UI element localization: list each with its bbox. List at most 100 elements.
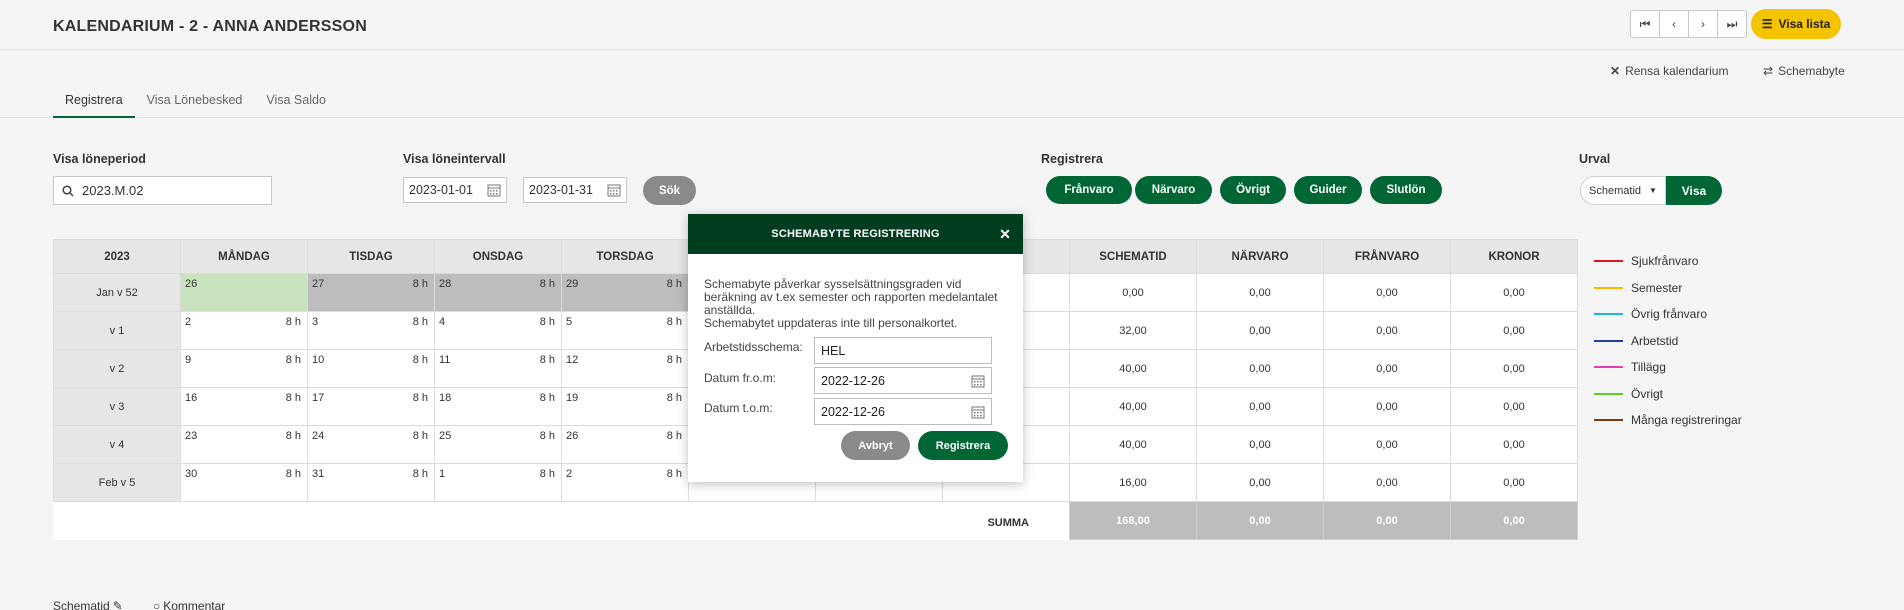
prev-period-button[interactable]: ‹ <box>1659 10 1689 38</box>
chevron-right-icon: › <box>1701 17 1705 31</box>
day-cell[interactable]: 9 8 h <box>180 349 308 388</box>
urval-visa-button[interactable]: Visa <box>1666 176 1722 205</box>
close-icon: ✕ <box>1610 64 1621 78</box>
modal-info-text-2: Schemabytet uppdateras inte till persona… <box>704 316 958 330</box>
chevron-left-icon: ‹ <box>1672 17 1676 31</box>
day-hours: 8 h <box>285 468 301 480</box>
day-hours: 8 h <box>539 316 555 328</box>
from-label: Datum fr.o.m: <box>704 371 777 385</box>
legend-swatch <box>1594 392 1623 395</box>
schematid-link[interactable]: Schematid ✎ <box>53 599 123 610</box>
narvaro-cell: 0,00 <box>1196 387 1324 426</box>
summa-schematid: 168,00 <box>1069 501 1197 540</box>
day-hours: 8 h <box>285 354 301 366</box>
day-cell[interactable]: 4 8 h <box>434 311 562 350</box>
legend-item: Övrig frånvaro <box>1594 301 1742 328</box>
day-hours: 8 h <box>666 392 682 404</box>
tab-registrera[interactable]: Registrera <box>53 93 135 118</box>
day-cell[interactable]: 28 8 h <box>434 273 562 312</box>
narvaro-header: NÄRVARO <box>1196 239 1324 274</box>
next-period-button[interactable]: › <box>1688 10 1718 38</box>
day-cell[interactable]: 2 8 h <box>180 311 308 350</box>
from-date-input[interactable]: 2022-12-26 <box>814 367 992 394</box>
legend-item: Många registreringar <box>1594 407 1742 434</box>
day-cell[interactable]: 19 8 h <box>561 387 689 426</box>
day-hours: 8 h <box>412 468 428 480</box>
rensa-kalendarium-link[interactable]: ✕ Rensa kalendarium <box>1610 64 1728 78</box>
day-number: 12 <box>566 354 579 366</box>
period-search-input[interactable]: 2023.M.02 <box>53 176 272 205</box>
kronor-header: KRONOR <box>1450 239 1578 274</box>
last-period-button[interactable]: ⏭ <box>1717 10 1747 38</box>
day-cell[interactable]: 26 <box>180 273 308 312</box>
ovrigt-button[interactable]: Övrigt <box>1220 176 1286 204</box>
day-cell[interactable]: 5 8 h <box>561 311 689 350</box>
day-hours: 8 h <box>412 430 428 442</box>
day-cell[interactable]: 26 8 h <box>561 425 689 464</box>
schemabyte-label: Schemabyte <box>1778 64 1845 78</box>
day-hours: 8 h <box>666 354 682 366</box>
date-from-input[interactable]: 2023-01-01 <box>403 177 507 203</box>
tab-visa-saldo[interactable]: Visa Saldo <box>254 93 338 118</box>
rensa-label: Rensa kalendarium <box>1625 64 1729 78</box>
day-number: 4 <box>439 316 446 328</box>
register-button[interactable]: Registrera <box>918 431 1008 460</box>
legend-label: Arbetstid <box>1631 333 1679 348</box>
tuesday-header: TISDAG <box>307 239 435 274</box>
shuffle-icon: ⇄ <box>1763 64 1774 78</box>
day-cell[interactable]: 27 8 h <box>307 273 435 312</box>
legend-item: Semester <box>1594 275 1742 302</box>
franvaro-button[interactable]: Frånvaro <box>1046 176 1132 204</box>
day-cell[interactable]: 29 8 h <box>561 273 689 312</box>
day-cell[interactable]: 17 8 h <box>307 387 435 426</box>
day-number: 3 <box>312 316 319 328</box>
day-cell[interactable]: 1 8 h <box>434 463 562 502</box>
narvaro-button[interactable]: Närvaro <box>1135 176 1212 204</box>
tom-date-input[interactable]: 2022-12-26 <box>814 398 992 425</box>
caret-down-icon: ▼ <box>1649 186 1657 195</box>
tom-label: Datum t.o.m: <box>704 401 773 415</box>
search-button[interactable]: Sök <box>643 176 696 205</box>
day-cell[interactable]: 2 8 h <box>561 463 689 502</box>
day-cell[interactable]: 16 8 h <box>180 387 308 426</box>
guider-button[interactable]: Guider <box>1294 176 1362 204</box>
day-cell[interactable]: 10 8 h <box>307 349 435 388</box>
legend-swatch <box>1594 419 1623 422</box>
summa-label: SUMMA <box>987 516 1029 529</box>
kommentar-label: Kommentar <box>163 599 226 610</box>
day-cell[interactable]: 18 8 h <box>434 387 562 426</box>
day-cell[interactable]: 25 8 h <box>434 425 562 464</box>
narvaro-cell: 0,00 <box>1196 463 1324 502</box>
week-label: v 4 <box>53 425 181 464</box>
from-date-value: 2022-12-26 <box>821 373 885 388</box>
day-cell[interactable]: 23 8 h <box>180 425 308 464</box>
schema-input[interactable]: HEL <box>814 337 992 364</box>
schemabyte-link[interactable]: ⇄ Schemabyte <box>1763 64 1845 78</box>
date-to-input[interactable]: 2023-01-31 <box>523 177 627 203</box>
tab-visa-lonebesked[interactable]: Visa Lönebesked <box>135 93 255 118</box>
day-cell[interactable]: 12 8 h <box>561 349 689 388</box>
day-number: 5 <box>566 316 573 328</box>
day-cell[interactable]: 11 8 h <box>434 349 562 388</box>
day-cell[interactable]: 31 8 h <box>307 463 435 502</box>
close-icon[interactable]: ✕ <box>999 226 1011 243</box>
legend-label: Övrig frånvaro <box>1631 307 1708 322</box>
first-period-button[interactable]: ⏮ <box>1630 10 1660 38</box>
day-cell[interactable]: 30 8 h <box>180 463 308 502</box>
day-hours: 8 h <box>285 316 301 328</box>
visa-lista-button[interactable]: ☰ Visa lista <box>1751 9 1841 39</box>
day-number: 30 <box>185 468 198 480</box>
day-cell[interactable]: 24 8 h <box>307 425 435 464</box>
first-icon: ⏮ <box>1639 16 1651 31</box>
slutlon-button[interactable]: Slutlön <box>1370 176 1442 204</box>
urval-select[interactable]: Schematid ▼ <box>1580 176 1666 205</box>
day-cell[interactable]: 3 8 h <box>307 311 435 350</box>
tom-date-value: 2022-12-26 <box>821 404 885 419</box>
schematid-cell: 16,00 <box>1069 463 1197 502</box>
kronor-cell: 0,00 <box>1450 349 1578 388</box>
week-label: v 3 <box>53 387 181 426</box>
year-header: 2023 <box>53 239 181 274</box>
kommentar-link[interactable]: ○ Kommentar <box>153 599 225 610</box>
tab-bar: Registrera Visa Lönebesked Visa Saldo <box>53 93 338 118</box>
cancel-button[interactable]: Avbryt <box>841 431 910 460</box>
